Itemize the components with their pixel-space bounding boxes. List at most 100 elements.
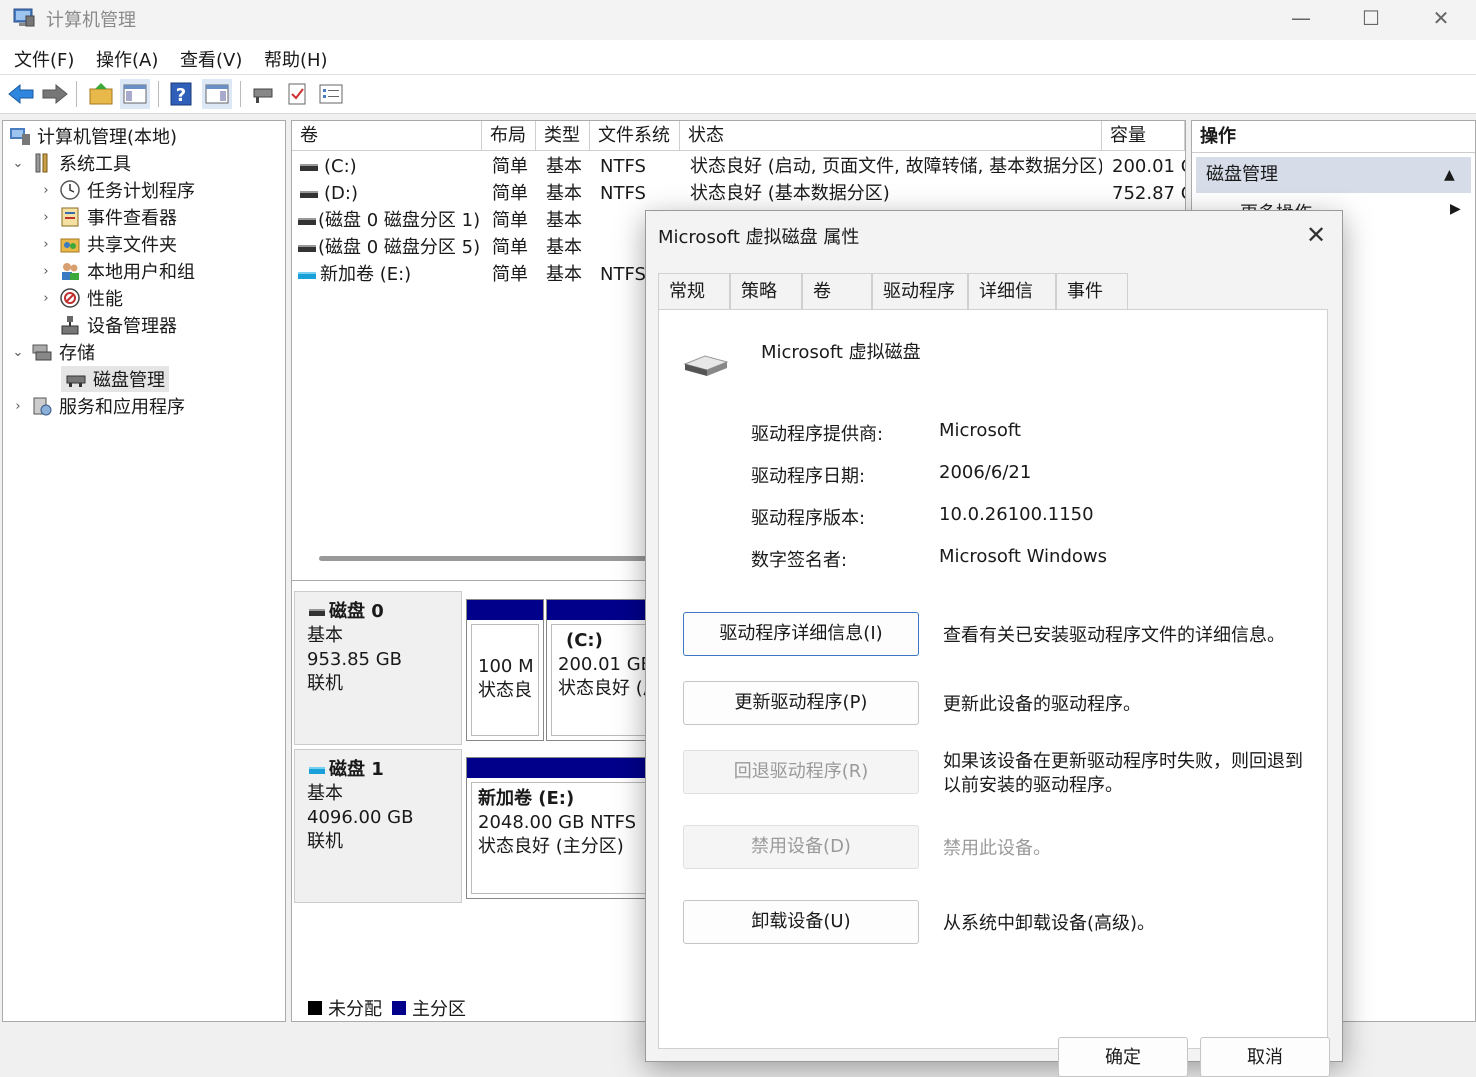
tab-general[interactable]: 常规 [658, 273, 730, 309]
menu-help[interactable]: 帮助(H) [264, 46, 328, 72]
help-icon[interactable]: ? [166, 79, 196, 109]
tree-item-disk-management[interactable]: 磁盘管理 [61, 366, 169, 392]
chevron-right-icon[interactable]: › [37, 291, 55, 306]
actions-section-disk-management[interactable]: 磁盘管理 ▲ [1196, 157, 1471, 193]
disable-device-button[interactable]: 禁用设备(D) [683, 825, 919, 869]
tab-policies[interactable]: 策略 [730, 273, 802, 309]
show-hide-console-tree-icon[interactable] [120, 79, 150, 109]
partition-status: 状态良 [478, 680, 532, 701]
menu-view[interactable]: 查看(V) [180, 46, 242, 72]
roll-back-driver-desc: 如果该设备在更新驱动程序时失败，则回退到以前安装的驱动程序。 [943, 751, 1303, 796]
layout-cell: 简单 [492, 183, 528, 204]
chevron-right-icon[interactable]: › [9, 399, 27, 414]
tab-details[interactable]: 详细信息 [968, 273, 1056, 338]
connect-icon[interactable] [248, 79, 278, 109]
cancel-button[interactable]: 取消 [1200, 1037, 1330, 1077]
drive-icon [298, 271, 316, 279]
storage-icon [32, 344, 52, 361]
update-driver-button[interactable]: 更新驱动程序(P) [683, 681, 919, 725]
tree-item-shared-folders[interactable]: › 共享文件夹 [37, 231, 177, 257]
submenu-arrow-icon[interactable]: ▶ [1450, 201, 1461, 217]
disk-1-label[interactable]: 磁盘 1 基本 4096.00 GB 联机 [294, 749, 462, 903]
checklist-icon[interactable] [282, 79, 312, 109]
partition-disk1-e[interactable]: 新加卷 (E:) 2048.00 GB NTFS 状态良好 (主分区) [466, 757, 656, 899]
tree-label: 系统工具 [59, 154, 131, 175]
tree-item-local-users[interactable]: › 本地用户和组 [37, 258, 195, 284]
driver-details-desc: 查看有关已安装驱动程序文件的详细信息。 [943, 625, 1285, 646]
tree-item-services-apps[interactable]: › 服务和应用程序 [9, 393, 185, 419]
tree-item-storage[interactable]: ⌄ 存储 [9, 339, 95, 365]
uninstall-device-button[interactable]: 卸载设备(U) [683, 900, 919, 944]
tree-item-performance[interactable]: › 性能 [37, 285, 123, 311]
toolbar: ? [0, 75, 1476, 114]
type-cell: 基本 [546, 183, 582, 204]
tree-item-task-scheduler[interactable]: › 任务计划程序 [37, 177, 195, 203]
up-folder-icon[interactable] [86, 79, 116, 109]
collapse-up-icon[interactable]: ▲ [1444, 157, 1455, 193]
partition-status: 状态良好 (主分区) [478, 836, 624, 857]
partition-disk0-1[interactable]: 100 M 状态良 [466, 599, 544, 741]
partition-disk0-c[interactable]: (C:) 200.01 GB 状态良好 (启 [546, 599, 656, 741]
tools-icon [35, 153, 48, 173]
roll-back-driver-button[interactable]: 回退驱动程序(R) [683, 750, 919, 794]
tab-events[interactable]: 事件 [1056, 273, 1128, 309]
svg-text:?: ? [176, 85, 186, 106]
tree-item-device-manager[interactable]: 设备管理器 [55, 312, 177, 338]
menu-bar: 文件(F) 操作(A) 查看(V) 帮助(H) [0, 40, 1476, 75]
disk-0-label[interactable]: 磁盘 0 基本 953.85 GB 联机 [294, 591, 462, 745]
tree-item-event-viewer[interactable]: › 事件查看器 [37, 204, 177, 230]
capacity-cell: 752.87 G [1112, 183, 1185, 204]
column-header-status[interactable]: 状态 [680, 121, 1102, 151]
primary-partition-bar [547, 600, 655, 620]
console-tree[interactable]: 计算机管理(本地) ⌄ 系统工具 › 任务计划程序 › 事件查看器 › 共享文件… [2, 120, 286, 1022]
tab-driver[interactable]: 驱动程序 [872, 273, 968, 309]
column-header-capacity[interactable]: 容量 [1102, 121, 1185, 151]
chevron-right-icon[interactable]: › [37, 210, 55, 225]
dialog-close-button[interactable]: ✕ [1296, 217, 1336, 253]
computer-management-icon [10, 128, 30, 145]
chevron-right-icon[interactable]: › [37, 183, 55, 198]
chevron-down-icon[interactable]: ⌄ [9, 156, 27, 171]
column-header-filesystem[interactable]: 文件系统 [590, 121, 680, 151]
maximize-button[interactable]: ☐ [1336, 0, 1406, 36]
menu-action[interactable]: 操作(A) [96, 46, 158, 72]
disk-status: 联机 [307, 673, 343, 694]
column-header-layout[interactable]: 布局 [482, 121, 536, 151]
horizontal-scrollbar[interactable] [319, 556, 659, 561]
minimize-button[interactable]: — [1266, 0, 1336, 36]
table-row[interactable]: (C:) 简单 基本 NTFS 状态良好 (启动, 页面文件, 故障转储, 基本… [292, 153, 1185, 180]
ok-button[interactable]: 确定 [1058, 1037, 1188, 1077]
show-hide-action-pane-icon[interactable] [202, 79, 232, 109]
column-header-volume[interactable]: 卷 [292, 121, 482, 151]
chevron-down-icon[interactable]: ⌄ [9, 345, 27, 360]
tab-volumes[interactable]: 卷 [802, 273, 872, 309]
window-title: 计算机管理 [46, 10, 136, 31]
driver-version-label: 驱动程序版本: [751, 508, 866, 529]
tree-label: 性能 [87, 289, 123, 310]
column-header-type[interactable]: 类型 [536, 121, 590, 151]
update-driver-desc: 更新此设备的驱动程序。 [943, 694, 1141, 715]
type-cell: 基本 [546, 210, 582, 231]
layout-cell: 简单 [492, 156, 528, 177]
close-button[interactable]: ✕ [1406, 0, 1476, 36]
disk-management-icon [66, 375, 86, 387]
table-row[interactable]: (D:) 简单 基本 NTFS 状态良好 (基本数据分区) 752.87 G [292, 180, 1185, 207]
disk-type: 基本 [307, 783, 343, 804]
back-arrow-icon[interactable] [6, 79, 36, 109]
tree-item-system-tools[interactable]: ⌄ 系统工具 [9, 150, 131, 176]
properties-list-icon[interactable] [316, 79, 346, 109]
type-cell: 基本 [546, 237, 582, 258]
tree-label: 磁盘管理 [93, 370, 165, 391]
driver-details-button[interactable]: 驱动程序详细信息(I) [683, 612, 919, 656]
driver-version-value: 10.0.26100.1150 [939, 504, 1094, 525]
disk-icon [309, 766, 325, 774]
tree-item-root[interactable]: 计算机管理(本地) [5, 123, 177, 149]
volume-name: (D:) [324, 183, 358, 204]
primary-partition-bar [467, 600, 543, 620]
chevron-right-icon[interactable]: › [37, 264, 55, 279]
menu-file[interactable]: 文件(F) [14, 46, 74, 72]
layout-cell: 简单 [492, 264, 528, 285]
chevron-right-icon[interactable]: › [37, 237, 55, 252]
forward-arrow-icon[interactable] [40, 79, 70, 109]
tree-label: 共享文件夹 [87, 235, 177, 256]
